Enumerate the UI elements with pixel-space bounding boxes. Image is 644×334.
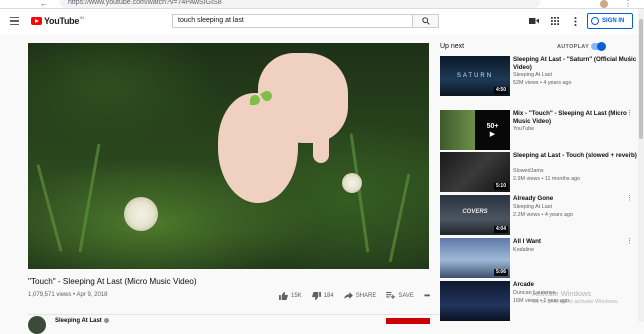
leaf-shape xyxy=(250,95,260,105)
clover-flower xyxy=(342,173,362,193)
account-icon xyxy=(591,17,599,25)
save-label: SAVE xyxy=(398,292,414,299)
thumbnail-text: COVERS xyxy=(462,209,488,215)
youtube-logo[interactable]: YouTube IN xyxy=(31,14,85,26)
up-next-heading: Up next xyxy=(440,43,465,50)
activate-windows-watermark: Activate Windows Go to Settings to activ… xyxy=(532,289,619,307)
more-vert-icon[interactable]: ⋮ xyxy=(626,110,633,117)
video-player[interactable] xyxy=(28,43,429,269)
more-actions-button[interactable]: ••• xyxy=(423,291,430,300)
recommendation-channel[interactable]: Sleeping At Last xyxy=(513,204,552,210)
recommendation-stats: 52M views • 4 years ago xyxy=(513,80,572,86)
video-actions: 15K 184 SHARE SAVE ••• xyxy=(279,291,439,300)
menu-icon[interactable] xyxy=(10,17,19,26)
search-input[interactable]: touch sleeping at last xyxy=(172,14,412,28)
browser-menu-icon[interactable]: ⋮ xyxy=(624,0,632,8)
search-button[interactable] xyxy=(412,14,439,28)
recommendation-title[interactable]: Arcade xyxy=(513,281,638,289)
recommendation-channel[interactable]: Kodaline xyxy=(513,247,534,253)
recommendation-item[interactable]: SATURN 4:50 Sleeping At Last - "Saturn" … xyxy=(440,56,640,96)
verified-icon xyxy=(103,318,109,323)
scrollbar-thumb[interactable] xyxy=(639,19,643,139)
more-vert-icon[interactable] xyxy=(570,16,580,26)
hand-shape xyxy=(218,93,298,203)
watermark-line-1: Activate Windows xyxy=(532,289,592,298)
recommendation-item[interactable]: 50+ ▶ Mix - "Touch" - Sleeping At Last (… xyxy=(440,110,640,150)
share-label: SHARE xyxy=(355,292,377,299)
sign-in-label: SIGN IN xyxy=(602,18,625,24)
video-thumbnail[interactable]: SATURN 4:50 xyxy=(440,56,510,96)
thumbs-down-icon xyxy=(311,291,321,300)
youtube-play-icon xyxy=(31,17,42,25)
duration-badge: 4:04 xyxy=(493,226,508,233)
dislike-count: 184 xyxy=(323,292,334,299)
recommendation-channel[interactable]: YouTube xyxy=(513,126,534,132)
recommendation-title[interactable]: Already Gone xyxy=(513,195,638,203)
apps-grid-icon[interactable] xyxy=(550,16,560,26)
duration-badge: 4:50 xyxy=(493,87,508,94)
region-mark: IN xyxy=(80,14,85,20)
dislike-button[interactable]: 184 xyxy=(311,291,334,300)
more-horiz-icon: ••• xyxy=(423,291,430,300)
recommendation-stats: 2.9M views • 11 months ago xyxy=(513,176,581,182)
search-icon xyxy=(421,17,430,25)
clover-flower xyxy=(124,197,158,231)
logo-text: YouTube xyxy=(44,16,80,26)
channel-row: Sleeping At Last xyxy=(28,314,448,334)
video-title: "Touch" - Sleeping At Last (Micro Music … xyxy=(28,277,197,286)
thumbnail-text: SATURN xyxy=(456,73,494,79)
recommendation-title[interactable]: Sleeping at Last - Touch (slowed + rever… xyxy=(513,152,638,160)
recommendation-stats: 2.2M views • 4 years ago xyxy=(513,212,574,218)
duration-badge: 5:06 xyxy=(493,269,508,276)
back-arrow-icon[interactable]: ← xyxy=(40,0,48,8)
mix-count: 50+ xyxy=(486,122,499,130)
video-thumbnail[interactable]: 5:06 xyxy=(440,238,510,278)
more-vert-icon[interactable]: ⋮ xyxy=(626,238,633,245)
video-thumbnail[interactable]: 5:10 xyxy=(440,152,510,192)
more-vert-icon[interactable]: ⋮ xyxy=(626,152,633,159)
recommendation-item[interactable]: 5:06 All I Want Kodaline ⋮ xyxy=(440,238,640,278)
video-thumbnail[interactable] xyxy=(440,281,510,321)
recommendation-item[interactable]: COVERS 4:04 Already Gone Sleeping At Las… xyxy=(440,195,640,235)
autoplay-label: AUTOPLAY xyxy=(557,44,590,50)
watermark-line-2: Go to Settings to activate Windows. xyxy=(532,299,619,305)
thumbs-up-icon xyxy=(279,291,288,300)
recommendation-channel[interactable]: Sleeping At Last xyxy=(513,72,552,78)
recommendation-item[interactable]: 5:10 Sleeping at Last - Touch (slowed + … xyxy=(440,152,640,192)
recommendation-channel[interactable]: SlowedJams xyxy=(513,168,544,174)
channel-avatar[interactable] xyxy=(28,316,46,334)
sign-in-button[interactable]: SIGN IN xyxy=(587,13,633,29)
page-scrollbar[interactable] xyxy=(638,9,644,322)
like-count: 15K xyxy=(291,292,302,299)
share-button[interactable]: SHARE xyxy=(343,292,377,299)
share-arrow-icon xyxy=(343,292,353,299)
video-thumbnail[interactable]: COVERS 4:04 xyxy=(440,195,510,235)
recommendation-title[interactable]: All I Want xyxy=(513,238,638,246)
finger-shape xyxy=(313,113,329,163)
playlist-add-icon xyxy=(386,292,396,299)
video-meta: 1,079,571 views • Apr 9, 2018 xyxy=(28,292,108,298)
profile-avatar[interactable] xyxy=(600,0,608,8)
mix-overlay: 50+ ▶ xyxy=(475,110,510,150)
duration-badge: 5:10 xyxy=(493,183,508,190)
more-vert-icon[interactable]: ⋮ xyxy=(626,56,633,63)
subscribe-button[interactable] xyxy=(386,318,430,324)
browser-toolbar: ← https://www.youtube.com/watch?v=74PAwS… xyxy=(0,0,644,9)
more-vert-icon[interactable]: ⋮ xyxy=(626,195,633,202)
address-bar[interactable]: https://www.youtube.com/watch?v=74PAwSIG… xyxy=(60,0,540,8)
channel-name[interactable]: Sleeping At Last xyxy=(55,318,109,324)
like-button[interactable]: 15K xyxy=(279,291,302,300)
autoplay-toggle[interactable] xyxy=(591,42,606,51)
mix-play-icon: ▶ xyxy=(489,130,496,138)
video-thumbnail[interactable]: 50+ ▶ xyxy=(440,110,510,150)
recommendation-title[interactable]: Sleeping At Last - "Saturn" (Official Mu… xyxy=(513,56,638,71)
video-camera-icon[interactable] xyxy=(529,16,539,26)
save-button[interactable]: SAVE xyxy=(386,292,414,299)
masthead: YouTube IN touch sleeping at last SIGN I… xyxy=(0,9,644,34)
recommendation-title[interactable]: Mix - "Touch" - Sleeping At Last (Micro … xyxy=(513,110,638,125)
